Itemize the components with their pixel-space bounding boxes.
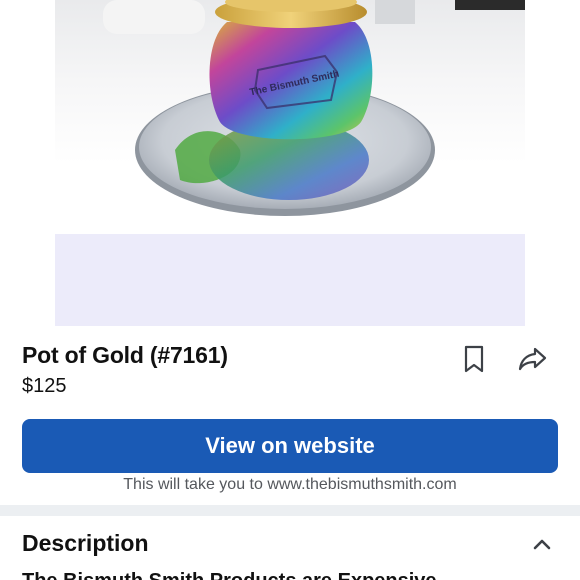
- share-button[interactable]: [516, 342, 550, 376]
- external-link-hint: This will take you to www.thebismuthsmit…: [123, 476, 457, 493]
- description-toggle-button[interactable]: [528, 532, 556, 556]
- image-placeholder-strip: [55, 234, 525, 326]
- description-text: The Bismuth Smith Products are Expensive: [22, 570, 437, 580]
- share-arrow-icon: [518, 347, 547, 371]
- section-divider: [0, 505, 580, 516]
- description-heading: Description: [22, 530, 149, 556]
- view-on-website-label: View on website: [205, 433, 375, 458]
- listing-page: The Bismuth Smith Pot of Gold (#7161) $1…: [0, 0, 580, 580]
- pot-of-gold-image: The Bismuth Smith: [103, 0, 525, 216]
- product-photo[interactable]: The Bismuth Smith: [55, 0, 525, 234]
- listing-header: Pot of Gold (#7161) $125: [22, 340, 558, 404]
- chevron-up-icon: [533, 539, 551, 550]
- listing-price: $125: [22, 375, 67, 397]
- view-on-website-button[interactable]: View on website: [22, 419, 558, 473]
- listing-title: Pot of Gold (#7161): [22, 342, 228, 368]
- save-button[interactable]: [457, 342, 491, 376]
- bookmark-icon: [464, 345, 484, 373]
